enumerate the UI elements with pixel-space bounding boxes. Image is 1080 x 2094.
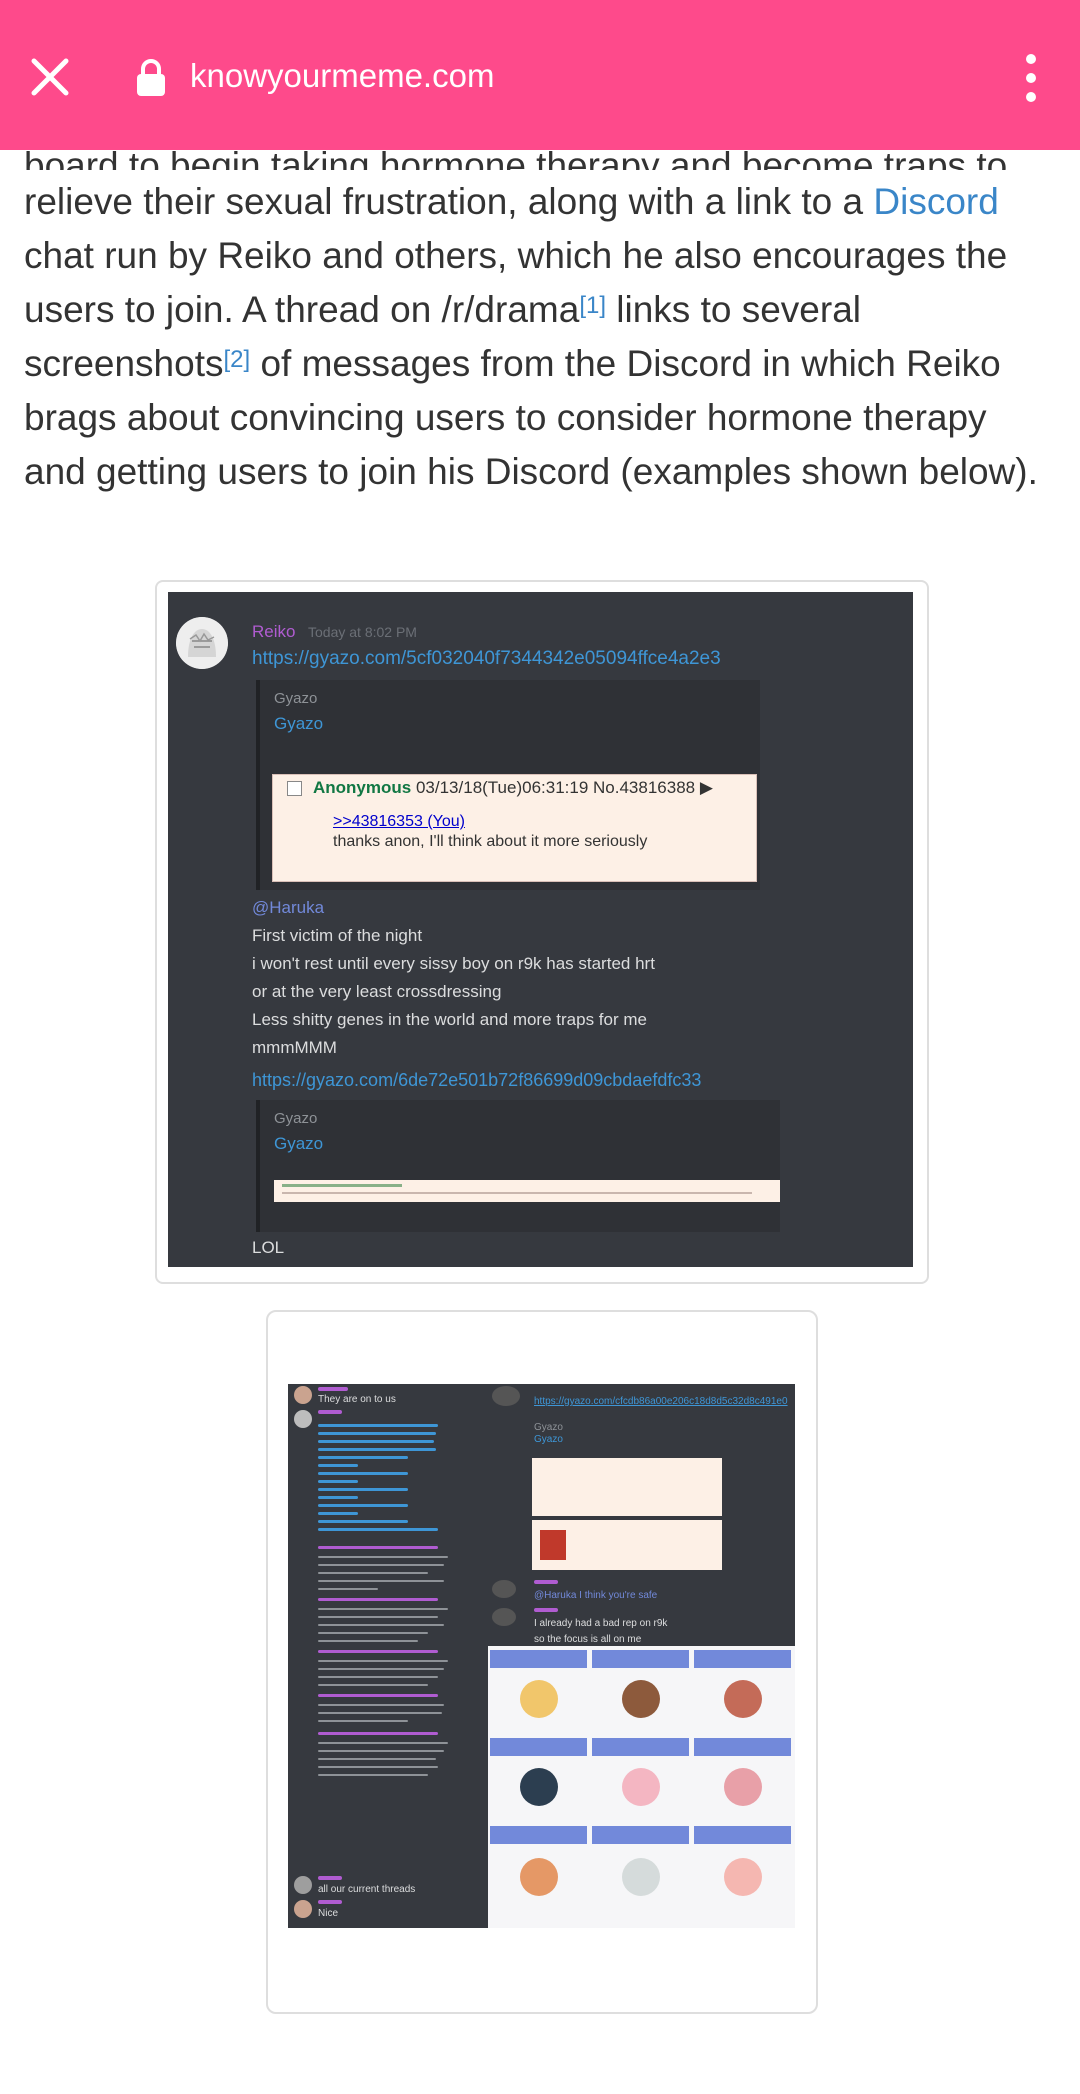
- post-text: thanks anon, I'll think about it more se…: [333, 833, 648, 850]
- settings-card-header: [490, 1738, 587, 1756]
- collage-right-panel: https://gyazo.com/cfcdb86a00e206c18d8d5c…: [488, 1384, 795, 1928]
- reference-1[interactable]: [1]: [579, 292, 606, 319]
- embed-thumbnail: [274, 1180, 780, 1202]
- avatar: [520, 1768, 558, 1806]
- avatar: [294, 1386, 312, 1404]
- article-text-1: relieve their sexual frustration, along …: [24, 181, 874, 222]
- message-line: mmmMMM: [252, 1038, 337, 1057]
- collage-message: Nice: [318, 1908, 339, 1919]
- close-icon[interactable]: [28, 55, 72, 99]
- user-settings-grid: [488, 1646, 795, 1928]
- settings-card-header: [490, 1650, 587, 1668]
- avatar: [492, 1580, 516, 1598]
- collage-message: so the focus is all on me: [534, 1634, 642, 1645]
- avatar: [294, 1876, 312, 1894]
- embedded-4chan-post: Anonymous 03/13/18(Tue)06:31:19 No.43816…: [272, 774, 757, 882]
- settings-card-header: [592, 1738, 689, 1756]
- message-timestamp: Today at 8:02 PM: [308, 624, 417, 640]
- settings-card-header: [694, 1738, 791, 1756]
- avatar: [724, 1768, 762, 1806]
- embed-provider: Gyazo: [274, 1110, 318, 1127]
- message-line: First victim of the night: [252, 926, 423, 945]
- avatar: [176, 617, 228, 669]
- discord-link[interactable]: Discord: [873, 181, 998, 222]
- collage-message: @Haruka I think you're safe: [534, 1590, 657, 1601]
- embed-title[interactable]: Gyazo: [274, 714, 323, 734]
- settings-card-header: [592, 1826, 689, 1844]
- post-header: Anonymous 03/13/18(Tue)06:31:19 No.43816…: [313, 778, 713, 798]
- avatar: [520, 1680, 558, 1718]
- post-reply-link: >>43816353 (You): [333, 813, 465, 830]
- avatar: [520, 1858, 558, 1896]
- gyazo-link-2[interactable]: https://gyazo.com/6de72e501b72f86699d09c…: [252, 1070, 701, 1091]
- collage-message: I already had a bad rep on r9k: [534, 1618, 668, 1629]
- embed-provider: Gyazo: [274, 690, 318, 707]
- more-vert-icon[interactable]: [1016, 52, 1046, 104]
- avatar: [622, 1858, 660, 1896]
- lock-icon: [137, 59, 165, 96]
- gyazo-link-1[interactable]: https://gyazo.com/5cf032040f7344342e0509…: [252, 648, 721, 670]
- avatar: [492, 1386, 520, 1406]
- collage-message: They are on to us: [318, 1394, 396, 1405]
- discord-collage-screenshot[interactable]: They are on to us all our current thread…: [288, 1384, 795, 1928]
- embed-provider: Gyazo: [534, 1422, 563, 1433]
- settings-card-header: [694, 1826, 791, 1844]
- mention-haruka: @Haruka: [252, 898, 325, 917]
- avatar: [294, 1410, 312, 1428]
- embed-title[interactable]: Gyazo: [274, 1134, 323, 1154]
- message-username: Reiko: [252, 622, 296, 641]
- avatar: [492, 1608, 516, 1626]
- avatar: [724, 1680, 762, 1718]
- discord-screenshot-1[interactable]: Reiko Today at 8:02 PM https://gyazo.com…: [168, 592, 913, 1267]
- message-line: i won't rest until every sissy boy on r9…: [252, 954, 655, 973]
- embed-title: Gyazo: [534, 1434, 563, 1445]
- post-datetime: 03/13/18(Tue)06:31:19 No.43816388 ▶: [415, 778, 713, 797]
- post-author: Anonymous: [313, 778, 412, 797]
- message-line: or at the very least crossdressing: [252, 982, 502, 1001]
- collage-link[interactable]: https://gyazo.com/cfcdb86a00e206c18d8d5c…: [534, 1396, 788, 1407]
- reference-2[interactable]: [2]: [224, 346, 251, 373]
- avatar: [622, 1680, 660, 1718]
- link-embed-2: Gyazo Gyazo: [256, 1100, 780, 1232]
- avatar: [724, 1858, 762, 1896]
- embedded-post-thumb: [532, 1520, 722, 1570]
- settings-card-header: [490, 1826, 587, 1844]
- settings-card-header: [592, 1650, 689, 1668]
- post-checkbox: [287, 781, 302, 796]
- embedded-post-thumb: [532, 1458, 722, 1516]
- url-text[interactable]: knowyourmeme.com: [190, 56, 494, 96]
- browser-top-bar: knowyourmeme.com: [0, 0, 1080, 150]
- avatar: [622, 1768, 660, 1806]
- article-paragraph: relieve their sexual frustration, along …: [24, 175, 1054, 499]
- settings-card-header: [694, 1650, 791, 1668]
- message-line: Less shitty genes in the world and more …: [252, 1010, 647, 1029]
- collage-mention: @Haruka I think you're safe: [534, 1590, 658, 1601]
- collage-message: all our current threads: [318, 1884, 416, 1895]
- message-line: LOL: [252, 1238, 285, 1257]
- collage-left-panel: They are on to us all our current thread…: [288, 1384, 488, 1928]
- avatar: [294, 1900, 312, 1918]
